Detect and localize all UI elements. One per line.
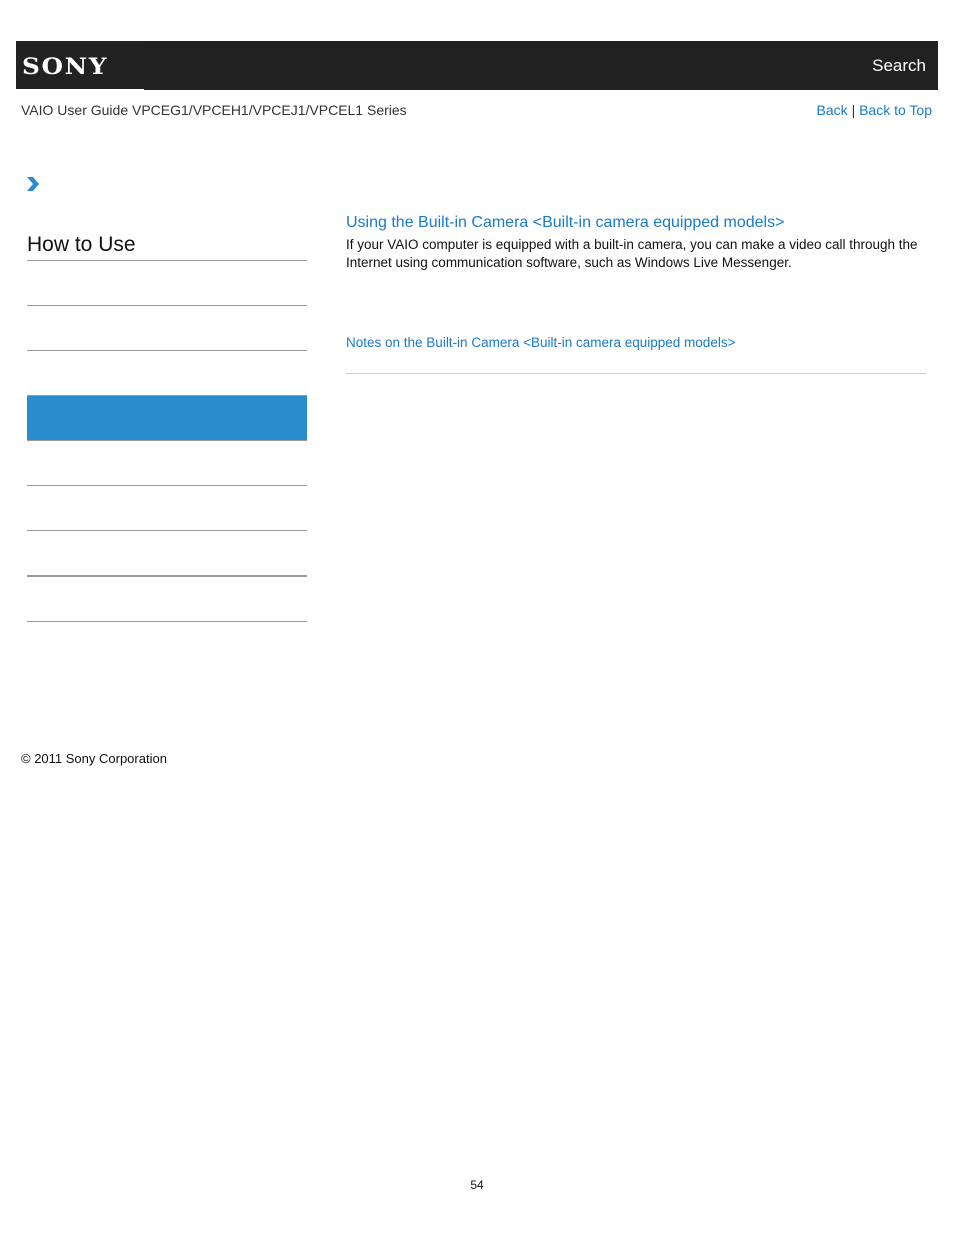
topic-link-using-camera[interactable]: Using the Built-in Camera <Built-in came… [346,213,926,233]
back-link[interactable]: Back [817,102,848,118]
nav-separator: | [851,102,856,118]
content-divider [346,373,926,374]
header-bar: SONY Search [16,41,938,91]
logo-text: SONY [22,53,109,80]
main-content: Using the Built-in Camera <Built-in came… [346,213,926,272]
back-to-top-link[interactable]: Back to Top [859,102,932,118]
sidebar-bottom-rule [27,621,307,622]
search-button[interactable]: Search [872,56,926,76]
sidebar-item[interactable] [27,350,307,395]
sidebar-item[interactable] [27,485,307,530]
nav-links: Back | Back to Top [817,102,932,118]
page-number: 54 [470,1178,484,1192]
copyright: © 2011 Sony Corporation [21,751,167,766]
sidebar-title: How to Use [27,233,136,256]
guide-title: VAIO User Guide VPCEG1/VPCEH1/VPCEJ1/VPC… [21,102,407,118]
sidebar-item[interactable] [27,575,307,621]
sidebar-nav [27,260,307,622]
sidebar-item[interactable] [27,305,307,350]
sidebar-item[interactable] [27,440,307,485]
sidebar-item[interactable] [27,530,307,575]
topic-link-notes-camera[interactable]: Notes on the Built-in Camera <Built-in c… [346,335,735,350]
sidebar-item-active[interactable] [27,395,307,440]
chevron-right-icon[interactable] [26,176,40,197]
sony-logo[interactable]: SONY [16,41,144,90]
topic-description: If your VAIO computer is equipped with a… [346,237,918,270]
logo-underline [16,89,144,91]
sidebar-item[interactable] [27,261,307,305]
